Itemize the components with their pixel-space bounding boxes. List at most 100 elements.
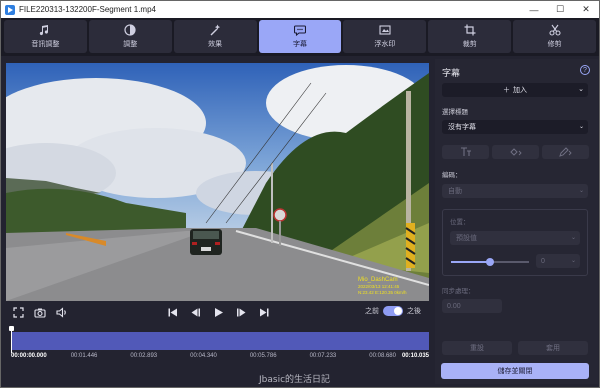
color-button[interactable]: [492, 145, 539, 159]
sync-value: 0.00: [447, 302, 461, 310]
tab-adjust-label: 調整: [123, 41, 138, 48]
chevron-down-icon: ⌄: [570, 235, 576, 241]
position-number-input[interactable]: 0 ⌄: [536, 254, 580, 268]
adjust-icon: [124, 24, 136, 36]
effects-wand-icon: [209, 24, 221, 36]
tab-adjust[interactable]: 調整: [88, 20, 172, 53]
tab-trim[interactable]: 修剪: [513, 20, 597, 53]
position-select[interactable]: 預設值 ⌄: [450, 231, 580, 245]
tab-crop-label: 裁剪: [462, 41, 477, 48]
position-group: 位置： 預設值 ⌄ 0 ⌄: [442, 209, 588, 276]
timeline-tick-label: 00:05.786: [249, 353, 277, 359]
subtitle-panel: 字幕 ? ＋ 加入 ⌄ 選擇標題 沒有字幕 ⌄ 編碼： 自動 ⌄ 位置： 預設值…: [435, 59, 598, 384]
tab-watermark[interactable]: 浮水印: [343, 20, 427, 53]
skip-to-end-icon[interactable]: [258, 306, 270, 318]
chevron-down-icon[interactable]: ⌄: [578, 85, 584, 93]
tab-effects[interactable]: 效果: [173, 20, 257, 53]
chevron-down-icon: ⌄: [578, 124, 584, 130]
position-slider[interactable]: [451, 258, 529, 266]
app-icon: [5, 4, 15, 15]
video-frame: Mio_DashCam 2022/03/13 12:41:45 N:23.42 …: [6, 63, 429, 301]
tab-audio-label: 音訊調整: [31, 41, 60, 48]
encoding-select[interactable]: 自動 ⌄: [442, 184, 588, 198]
tab-subtitle[interactable]: 字幕: [258, 20, 342, 53]
position-value: 預設值: [456, 235, 477, 242]
minimize-button[interactable]: —: [521, 1, 547, 18]
tab-audio[interactable]: 音訊調整: [4, 20, 87, 53]
watermark-icon: [379, 24, 391, 36]
playhead[interactable]: [9, 326, 14, 353]
encoding-value: 自動: [448, 188, 462, 195]
window-title: FILE220313-132200F-Segment 1.mp4: [19, 5, 156, 14]
add-subtitle-label: 加入: [513, 87, 527, 94]
subtitle-bubble-icon: [294, 24, 306, 36]
chevron-down-icon: ⌄: [570, 258, 576, 264]
tab-watermark-label: 浮水印: [374, 41, 396, 48]
dashcam-overlay-gps: N:23.42 E:120.35 0km/h: [358, 290, 407, 295]
position-number-value: 0: [541, 257, 545, 265]
edit-toolbar: 音訊調整 調整 效果 字幕 浮水印 裁剪 修剪: [1, 18, 599, 56]
music-note-icon: [39, 24, 51, 36]
panel-title: 字幕: [442, 68, 461, 78]
timeline-tick-label: 00:00:00.000: [11, 353, 47, 359]
plus-icon: ＋: [503, 87, 510, 94]
compare-toggle[interactable]: [383, 306, 403, 316]
reset-button[interactable]: 重設: [442, 341, 512, 355]
page-watermark: Jbasic的生活日記: [259, 375, 331, 385]
crop-icon: [464, 24, 476, 36]
text-font-icon: [460, 147, 471, 156]
timeline-ticks: 00:00:00.000 00:01.446 00:02.893 00:04.340 0…: [11, 353, 429, 363]
timeline-track[interactable]: [11, 332, 429, 350]
tab-effects-label: 效果: [208, 41, 223, 48]
help-icon[interactable]: ?: [580, 65, 590, 75]
after-label: 之後: [407, 308, 421, 315]
pen-icon: [558, 147, 572, 157]
volume-icon[interactable]: [56, 306, 68, 318]
subtitle-track-select[interactable]: 沒有字幕 ⌄: [442, 120, 588, 134]
dashcam-overlay-time: 2022/03/13 12:41:45: [358, 284, 400, 289]
skip-to-start-icon[interactable]: [166, 306, 178, 318]
outline-button[interactable]: [542, 145, 589, 159]
play-icon[interactable]: [212, 306, 224, 318]
window-controls: — ☐ ✕: [521, 1, 599, 18]
video-preview[interactable]: Mio_DashCam 2022/03/13 12:41:45 N:23.42 …: [6, 63, 429, 301]
close-button[interactable]: ✕: [573, 1, 599, 18]
sync-input[interactable]: 0.00: [442, 299, 502, 313]
timeline-tick-label: 00:10.035: [401, 353, 429, 359]
encoding-label: 編碼：: [442, 172, 462, 179]
timeline-tick-label: 00:01.446: [70, 353, 98, 359]
track-select-label: 選擇標題: [442, 109, 468, 116]
next-frame-icon[interactable]: [235, 306, 247, 318]
position-slider-knob[interactable]: [486, 258, 494, 266]
title-bar: FILE220313-132200F-Segment 1.mp4 — ☐ ✕: [1, 1, 599, 18]
maximize-button[interactable]: ☐: [547, 1, 573, 18]
add-subtitle-button[interactable]: ＋ 加入 ⌄: [442, 83, 588, 97]
timeline[interactable]: 00:00:00.000 00:01.446 00:02.893 00:04.340 0…: [6, 324, 429, 364]
app-window: FILE220313-132200F-Segment 1.mp4 — ☐ ✕ 音…: [0, 0, 600, 388]
timeline-tick-label: 00:02.893: [130, 353, 158, 359]
position-label: 位置：: [450, 219, 470, 226]
dashcam-overlay-label: Mio_DashCam: [358, 277, 398, 283]
tab-trim-label: 修剪: [547, 41, 562, 48]
timeline-tick-label: 00:07.233: [309, 353, 337, 359]
before-after-compare: 之前 之後: [365, 306, 421, 316]
sync-label: 同步處理：: [442, 288, 475, 295]
timeline-tick-label: 00:04.340: [190, 353, 217, 359]
paint-bucket-icon: [509, 148, 522, 156]
font-button[interactable]: [442, 145, 489, 159]
tab-subtitle-label: 字幕: [293, 41, 307, 48]
tab-crop[interactable]: 裁剪: [428, 20, 512, 53]
playhead-line: [11, 331, 12, 353]
scissors-icon: [549, 24, 561, 36]
before-label: 之前: [365, 308, 379, 315]
player-controls: 之前 之後: [6, 301, 429, 323]
apply-button[interactable]: 套用: [518, 341, 588, 355]
timeline-tick-label: 00:08.680: [369, 353, 396, 359]
subtitle-track-value: 沒有字幕: [448, 124, 476, 131]
fullscreen-icon[interactable]: [12, 306, 24, 318]
position-slider-fill: [451, 261, 490, 263]
camera-snapshot-icon[interactable]: [34, 306, 46, 318]
chevron-down-icon: ⌄: [578, 188, 584, 194]
previous-frame-icon[interactable]: [189, 306, 201, 318]
save-and-close-button[interactable]: 儲存並關閉: [441, 363, 589, 379]
